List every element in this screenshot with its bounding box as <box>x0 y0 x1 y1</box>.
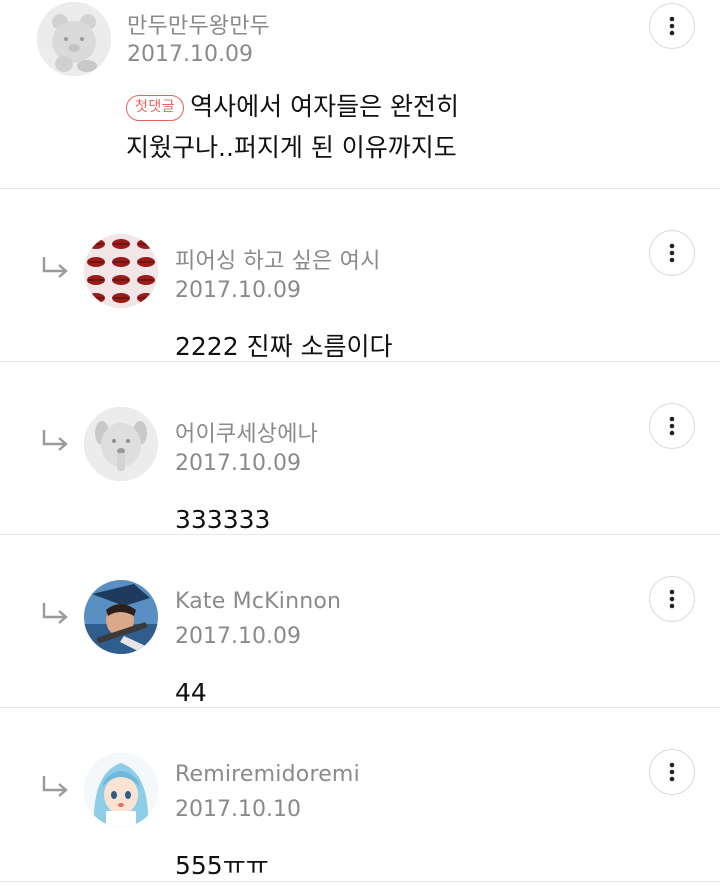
reply-arrow-icon <box>40 601 70 627</box>
avatar[interactable] <box>84 407 158 481</box>
reply-arrow-icon <box>40 255 70 281</box>
red-lips-pattern-avatar-icon <box>84 234 158 308</box>
comment-date: 2017.10.09 <box>175 624 301 649</box>
avatar[interactable] <box>84 580 158 654</box>
comment-text: 333333 <box>175 505 271 534</box>
more-options-button[interactable] <box>649 576 695 622</box>
more-vertical-icon <box>669 416 675 436</box>
more-vertical-icon <box>669 589 675 609</box>
more-vertical-icon <box>669 16 675 36</box>
reply-comment-item: Kate McKinnon 2017.10.09 44 <box>0 535 720 708</box>
comment-author[interactable]: 어이쿠세상에나 <box>175 416 318 448</box>
more-vertical-icon <box>669 762 675 782</box>
comment-item: 만두만두왕만두 2017.10.09 첫댓글 역사에서 여자들은 완전히지웠구나.… <box>0 0 720 189</box>
more-options-button[interactable] <box>649 3 695 49</box>
first-comment-badge: 첫댓글 <box>126 95 185 121</box>
reply-arrow-icon <box>40 428 70 454</box>
comment-text-line2: 지웠구나..퍼지게 된 이유까지도 <box>126 133 457 162</box>
comment-author[interactable]: 피어싱 하고 싶은 여시 <box>175 243 381 275</box>
comment-date: 2017.10.09 <box>175 451 301 476</box>
comment-author[interactable]: Remiremidoremi <box>175 762 360 787</box>
more-options-button[interactable] <box>649 403 695 449</box>
comment-text: 첫댓글 역사에서 여자들은 완전히지웠구나..퍼지게 된 이유까지도 <box>126 86 686 168</box>
comment-author[interactable]: Kate McKinnon <box>175 589 341 614</box>
avatar[interactable] <box>84 234 158 308</box>
comment-text: 2222 진짜 소름이다 <box>175 332 393 361</box>
comment-list: 만두만두왕만두 2017.10.09 첫댓글 역사에서 여자들은 완전히지웠구나.… <box>0 0 720 882</box>
reply-comment-item: 피어싱 하고 싶은 여시 2017.10.09 2222 진짜 소름이다 <box>0 189 720 362</box>
game-character-avatar-icon <box>84 580 158 654</box>
anime-girl-avatar-icon <box>84 753 158 827</box>
comment-text: 44 <box>175 678 207 707</box>
reply-arrow-icon <box>40 774 70 800</box>
comment-author[interactable]: 만두만두왕만두 <box>127 8 270 40</box>
comment-date: 2017.10.10 <box>175 797 301 822</box>
dog-character-avatar-icon <box>84 407 158 481</box>
comment-text: 555ㅠㅠ <box>175 851 269 880</box>
comment-date: 2017.10.09 <box>175 278 301 303</box>
reply-comment-item: Remiremidoremi 2017.10.10 555ㅠㅠ <box>0 708 720 882</box>
reply-comment-item: 어이쿠세상에나 2017.10.09 333333 <box>0 362 720 535</box>
comment-date: 2017.10.09 <box>127 42 253 67</box>
avatar[interactable] <box>84 753 158 827</box>
more-options-button[interactable] <box>649 230 695 276</box>
comment-text-line1: 역사에서 여자들은 완전히 <box>190 92 460 121</box>
bear-character-avatar-icon <box>37 2 111 76</box>
avatar[interactable] <box>37 2 111 76</box>
more-vertical-icon <box>669 243 675 263</box>
more-options-button[interactable] <box>649 749 695 795</box>
